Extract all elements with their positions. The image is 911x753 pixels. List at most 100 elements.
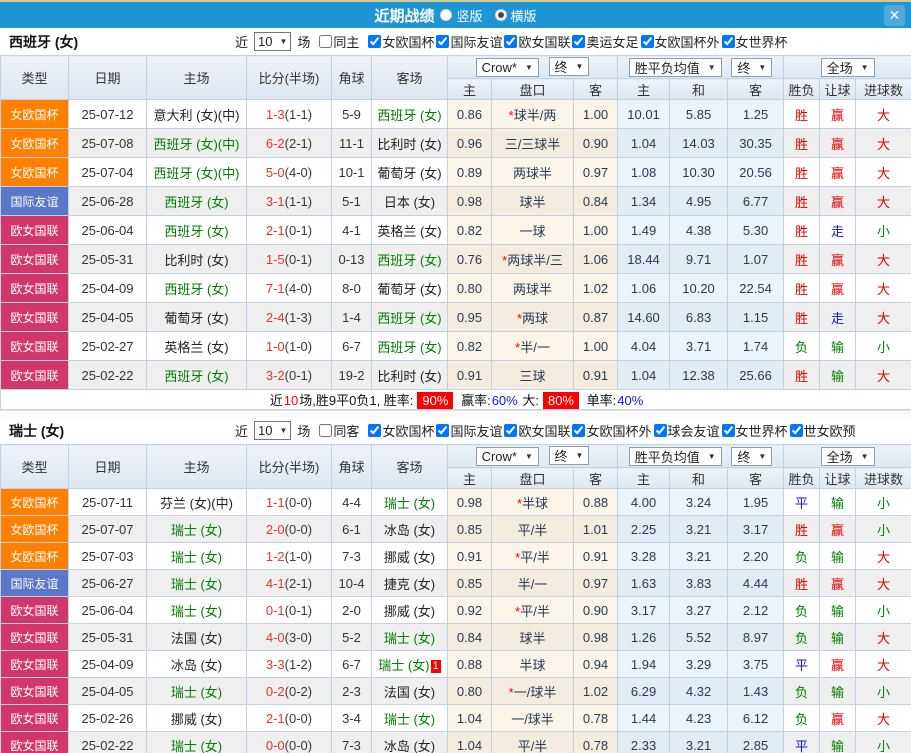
league-filter[interactable]: 世女欧预	[789, 421, 856, 440]
home-team[interactable]: 挪威 (女)	[146, 704, 247, 732]
home-team[interactable]: 西班牙 (女)	[146, 360, 247, 390]
league-filter[interactable]: 国际友谊	[436, 32, 502, 51]
away-team[interactable]: 瑞士 (女)	[371, 704, 448, 732]
final-select2[interactable]: 终 ▼	[731, 57, 773, 77]
home-team[interactable]: 冰岛 (女)	[146, 650, 247, 678]
away-team[interactable]: 冰岛 (女)	[371, 515, 448, 543]
match-date: 25-07-11	[68, 488, 147, 516]
away-team[interactable]: 捷克 (女)	[371, 569, 448, 597]
league-filter[interactable]: 欧女国联	[504, 32, 570, 51]
radio-horizontal-layout[interactable]: 横版	[494, 6, 537, 25]
league-checkbox[interactable]	[640, 35, 654, 48]
league-filter[interactable]: 女欧国杯外	[640, 32, 720, 51]
home-team[interactable]: 瑞士 (女)	[146, 515, 247, 543]
home-team[interactable]: 法国 (女)	[146, 623, 247, 651]
league-checkbox[interactable]	[572, 424, 586, 437]
company-select[interactable]: Crow* ▼	[475, 447, 539, 466]
away-team[interactable]: 日本 (女)	[371, 186, 448, 216]
home-team[interactable]: 瑞士 (女)	[146, 596, 247, 624]
away-team[interactable]: 瑞士 (女)	[371, 488, 448, 516]
away-team[interactable]: 瑞士 (女)	[371, 623, 448, 651]
home-team[interactable]: 西班牙 (女)	[146, 273, 247, 303]
league-checkbox[interactable]	[368, 424, 382, 437]
home-team[interactable]: 葡萄牙 (女)	[146, 302, 247, 332]
league-checkbox[interactable]	[368, 35, 382, 48]
away-team[interactable]: 葡萄牙 (女)	[371, 273, 448, 303]
avg-away-odds: 1.07	[727, 244, 785, 274]
home-team[interactable]: 比利时 (女)	[146, 244, 247, 274]
league-filter[interactable]: 女世界杯	[721, 421, 788, 440]
league-checkbox[interactable]	[436, 35, 450, 48]
home-team[interactable]: 西班牙 (女)	[146, 215, 247, 245]
handicap-result: 赢	[819, 157, 857, 187]
home-team[interactable]: 瑞士 (女)	[146, 569, 247, 597]
away-team[interactable]: 英格兰 (女)	[371, 215, 448, 245]
away-team[interactable]: 西班牙 (女)	[371, 302, 448, 332]
avg-select[interactable]: 胜平负均值 ▼	[628, 446, 722, 466]
same-home-filter[interactable]: 同主	[319, 32, 359, 51]
away-team[interactable]: 葡萄牙 (女)	[371, 157, 448, 187]
same-away-filter[interactable]: 同客	[319, 421, 359, 440]
home-team[interactable]: 英格兰 (女)	[146, 331, 247, 361]
same-home-checkbox[interactable]	[319, 35, 333, 48]
final-select2[interactable]: 终 ▼	[731, 446, 773, 466]
league-checkbox[interactable]	[721, 424, 735, 437]
away-team[interactable]: 冰岛 (女)	[371, 731, 448, 753]
away-team[interactable]: 比利时 (女)	[371, 360, 448, 390]
league-checkbox[interactable]	[572, 35, 586, 48]
home-team[interactable]: 瑞士 (女)	[146, 542, 247, 570]
league-filter[interactable]: 女欧国杯	[368, 421, 434, 440]
away-team[interactable]: 西班牙 (女)	[371, 331, 448, 361]
league-filter[interactable]: 欧女国联	[504, 421, 570, 440]
radio-unselected-icon[interactable]	[440, 9, 453, 21]
league-checkbox[interactable]	[721, 35, 735, 48]
league-filter[interactable]: 国际友谊	[436, 421, 502, 440]
away-team[interactable]: 西班牙 (女)	[371, 99, 448, 129]
fulltime-score: 0-2	[265, 683, 285, 699]
home-handicap-odds: 0.95	[447, 302, 492, 332]
radio-vertical-layout[interactable]: 竖版	[440, 6, 483, 25]
final-select[interactable]: 终 ▼	[548, 446, 590, 465]
league-filter[interactable]: 女世界杯	[721, 32, 788, 51]
away-team[interactable]: 比利时 (女)	[371, 128, 448, 158]
home-team[interactable]: 芬兰 (女)(中)	[146, 488, 247, 516]
home-team[interactable]: 瑞士 (女)	[146, 731, 247, 753]
league-filter[interactable]: 女欧国杯	[368, 32, 434, 51]
away-team[interactable]: 法国 (女)	[371, 677, 448, 705]
radio-selected-icon[interactable]	[494, 9, 507, 21]
league-checkbox[interactable]	[653, 424, 667, 437]
match-date: 25-04-05	[68, 302, 147, 332]
league-checkbox[interactable]	[436, 424, 450, 437]
away-team[interactable]: 挪威 (女)	[371, 542, 448, 570]
league-filter[interactable]: 女欧国杯外	[572, 421, 652, 440]
sub-avg-home: 主	[617, 467, 671, 489]
league-filter[interactable]: 奥运女足	[572, 32, 639, 51]
company-select[interactable]: Crow* ▼	[475, 58, 539, 77]
away-team[interactable]: 挪威 (女)	[371, 596, 448, 624]
card-badge: 1	[430, 659, 441, 673]
match-count-select[interactable]: 10 ▼	[254, 32, 292, 51]
scope-select[interactable]: 全场 ▼	[820, 446, 875, 466]
home-team[interactable]: 西班牙 (女)(中)	[146, 157, 247, 187]
league-checkbox[interactable]	[504, 424, 518, 437]
close-icon[interactable]: ✕	[884, 5, 905, 26]
goals-result: 大	[855, 99, 911, 129]
home-team[interactable]: 瑞士 (女)	[146, 677, 247, 705]
same-away-checkbox[interactable]	[319, 424, 333, 437]
scope-select[interactable]: 全场 ▼	[820, 57, 875, 77]
home-team[interactable]: 西班牙 (女)	[146, 186, 247, 216]
away-team[interactable]: 西班牙 (女)	[371, 244, 448, 274]
away-team[interactable]: 瑞士 (女) 1	[371, 650, 448, 678]
league-checkbox[interactable]	[789, 424, 803, 437]
league-badge: 国际友谊	[0, 569, 69, 597]
match-count-select[interactable]: 10 ▼	[254, 421, 292, 440]
home-team[interactable]: 意大利 (女)(中)	[146, 99, 247, 129]
home-handicap-odds: 0.86	[447, 99, 492, 129]
league-checkbox[interactable]	[504, 35, 518, 48]
home-team-name: 瑞士 (女)	[170, 522, 223, 538]
home-team[interactable]: 西班牙 (女)(中)	[146, 128, 247, 158]
final-select[interactable]: 终 ▼	[548, 57, 590, 76]
league-filter[interactable]: 球会友谊	[653, 421, 720, 440]
table-row: 欧女国联 25-02-27 英格兰 (女) 1-0(1-0) 6-7 西班牙 (…	[0, 331, 911, 361]
avg-select[interactable]: 胜平负均值 ▼	[628, 57, 722, 77]
